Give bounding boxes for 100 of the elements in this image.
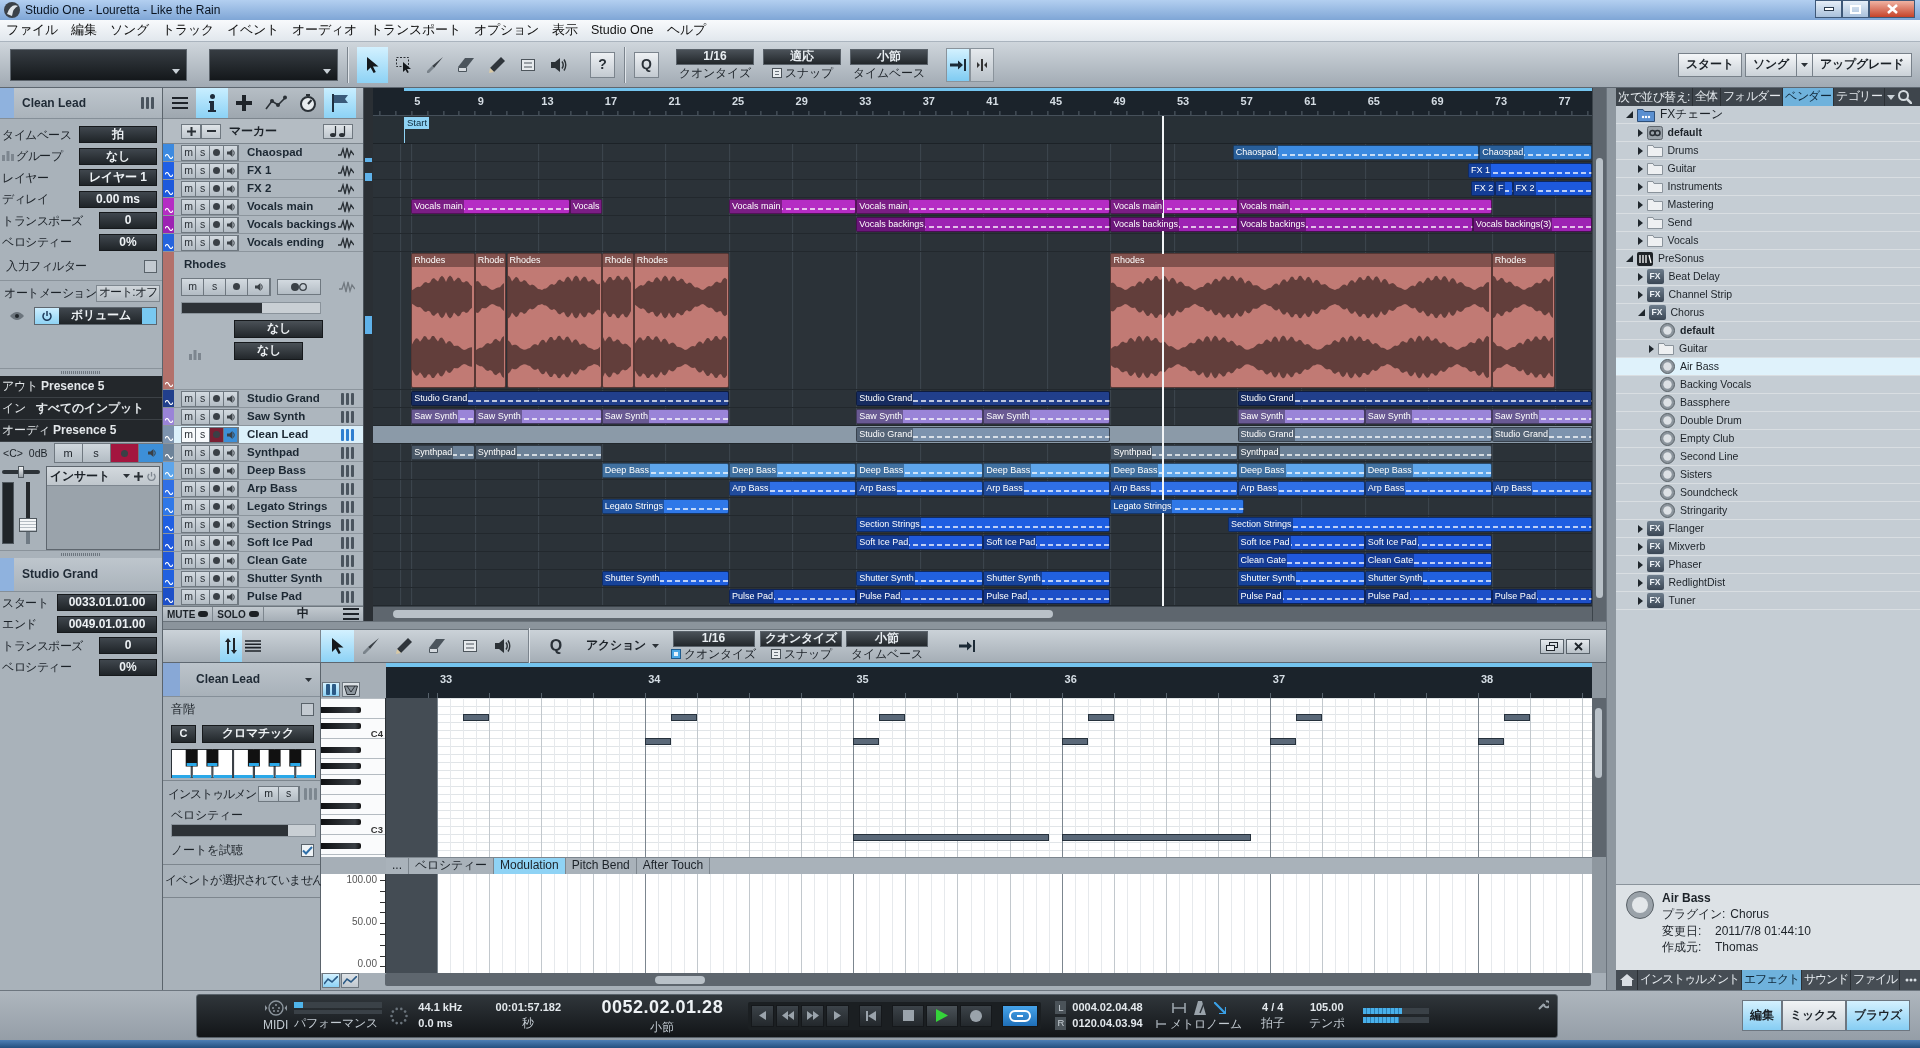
expand-arrow-icon[interactable] [1637,128,1643,137]
m-toggle-button[interactable]: m [182,145,196,160]
monitor-button[interactable] [224,481,238,496]
midi-clip[interactable]: Synthpad [1237,445,1492,460]
menu-item[interactable]: オーディオ [286,23,364,38]
midi-clip[interactable]: Section Strings [1228,517,1592,532]
track-header[interactable]: m s Shutter Synth [163,570,363,588]
browser-item[interactable]: Send [1616,214,1920,232]
track-header[interactable]: m s Pulse Pad [163,588,363,606]
midi-clip[interactable]: Saw Synth [1237,409,1365,424]
browser-item[interactable]: Double Drum [1616,412,1920,430]
monitor-button[interactable] [224,499,238,514]
audio-clip[interactable]: Rhodes [411,253,475,388]
monitor-button[interactable] [224,235,238,250]
record-arm-button[interactable] [210,463,224,478]
menu-item[interactable]: 編集 [65,23,104,38]
sort-tab[interactable]: ベンダー [1783,88,1835,106]
scale-keyboard[interactable] [171,748,316,778]
browser-item[interactable]: FX Chorus [1616,304,1920,322]
value-field[interactable]: 0.00 ms [79,190,157,208]
midi-clip[interactable]: Pulse Pad [1364,589,1492,604]
monitor-button[interactable] [224,145,238,160]
slider-thumb[interactable] [18,466,24,478]
record-arm-button[interactable] [210,199,224,214]
expand-arrow-icon[interactable] [1637,146,1643,155]
audio-clip[interactable]: Vocals backings [1237,217,1473,232]
m-toggle-button[interactable]: m [182,181,196,196]
timeline-ruler[interactable]: 5 9 13 17 21 25 29 33 37 41 45 49 53 57 61 65 69 73 77 [373,88,1592,116]
track-header[interactable]: m s Clean Gate [163,552,363,570]
browser-item[interactable]: FX RedlightDist [1616,574,1920,592]
midi-clip[interactable]: Deep Bass [1364,463,1492,478]
midi-clip[interactable]: Arp Bass [1237,481,1365,496]
expand-arrow-icon[interactable] [1637,164,1643,173]
autoscroll-button[interactable] [946,47,970,82]
browser-item[interactable]: FX Channel Strip [1616,286,1920,304]
s-toggle-button[interactable]: s [204,278,226,295]
menu-item[interactable]: ヘルプ [660,23,713,38]
midi-clip[interactable]: Studio Grand [856,427,1111,442]
record-arm-button[interactable] [210,553,224,568]
toolbar-button[interactable]: スタート [1678,52,1742,77]
monitor-button[interactable] [224,517,238,532]
midi-clip[interactable]: Deep Bass [1110,463,1238,478]
expand-arrow-icon[interactable] [1649,344,1654,353]
m-toggle-button[interactable]: m [259,787,279,801]
automation-lane[interactable] [386,874,1592,973]
m-toggle-button[interactable]: m [182,463,196,478]
s-toggle-button[interactable]: s [196,481,210,496]
midi-clip[interactable]: Synthpad [411,445,475,460]
maximize-button[interactable] [1842,0,1869,18]
audio-clip[interactable]: Chaospad [1479,145,1592,160]
midi-clip[interactable]: Soft Ice Pad [1364,535,1492,550]
track-header[interactable]: m s Vocals ending [163,234,363,252]
s-toggle-button[interactable]: s [196,409,210,424]
scroll-thumb[interactable] [1596,158,1603,598]
midi-clip[interactable]: Saw Synth [1364,409,1492,424]
midi-clip[interactable]: Studio Grand [1237,427,1492,442]
audio-clip[interactable]: Vocals backings [1110,217,1238,232]
s-toggle-button[interactable]: s [196,391,210,406]
add-marker-button[interactable] [181,123,201,139]
s-toggle-button[interactable]: s [196,589,210,604]
s-toggle-button[interactable]: s [196,535,210,550]
lane-mode-button[interactable] [322,973,340,988]
track-header[interactable]: m s Legato Strings [163,498,363,516]
midi-clip[interactable]: Studio Grand [856,391,1111,406]
midi-clip[interactable]: Arp Bass [1110,481,1238,496]
track-header[interactable]: m s Studio Grand [163,390,363,408]
close-button[interactable] [1566,638,1590,654]
s-toggle-button[interactable]: s [196,499,210,514]
midi-clip[interactable]: Soft Ice Pad [983,535,1111,550]
monitor-button[interactable] [224,163,238,178]
browser-item[interactable]: Guitar [1616,340,1920,358]
minimize-button[interactable] [1815,0,1842,18]
record-arm-button[interactable] [210,535,224,550]
monitor-button[interactable] [224,409,238,424]
dropdown-button[interactable] [1797,52,1812,77]
midi-clip[interactable]: Pulse Pad [856,589,984,604]
toggle-icon[interactable] [770,649,781,659]
browser-item[interactable]: Sisters [1616,466,1920,484]
m-toggle-button[interactable]: m [182,217,196,232]
record-arm-button[interactable] [226,278,248,295]
midi-clip[interactable]: Arp Bass [1491,481,1592,496]
menu-item[interactable]: ファイル [0,23,65,38]
parameter-dropdown[interactable]: ボリューム [59,308,142,324]
return-to-zero-button[interactable] [859,1004,883,1027]
note-block[interactable] [879,714,906,721]
value-dropdown[interactable]: 適応 [763,48,841,65]
expand-arrow-icon[interactable] [1637,524,1643,533]
note-block[interactable] [1269,738,1296,745]
midi-clip[interactable]: Studio Grand [1237,391,1592,406]
record-arm-button[interactable] [210,571,224,586]
expand-arrow-icon[interactable] [1637,560,1643,569]
output-dropdown[interactable]: なし [234,319,323,338]
dropdown-field[interactable] [10,48,187,81]
browser-item[interactable]: PreSonus [1616,250,1920,268]
midi-clip[interactable]: Arp Bass [729,481,857,496]
search-button[interactable] [1896,88,1915,106]
time-signature[interactable]: 4 / 4 [1262,1000,1284,1015]
m-toggle-button[interactable]: m [182,391,196,406]
menu-button[interactable] [343,608,359,620]
scroll-thumb[interactable] [655,976,705,984]
